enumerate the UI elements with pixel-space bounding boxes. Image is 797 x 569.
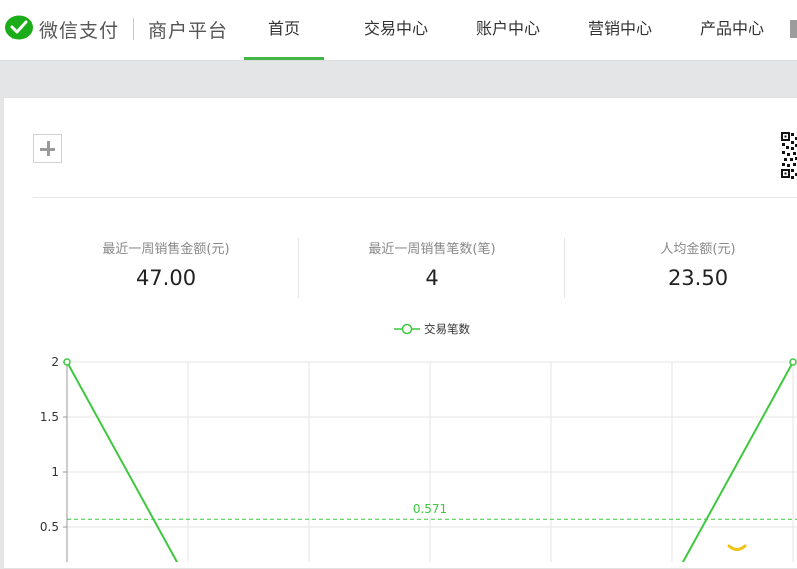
stat-label: 最近一周销售笔数(笔) [368,242,496,257]
wechat-pay-logo-icon [5,15,33,40]
legend-line-icon [394,323,420,335]
dashboard-panel: 最近一周销售金额(元) 47.00 最近一周销售笔数(笔) 4 人均金额(元) … [3,97,797,569]
stat-label: 人均金额(元) [660,242,736,257]
nav-item-marketing[interactable]: 营销中心 [580,0,660,60]
stat-weekly-sales-amount: 最近一周销售金额(元) 47.00 [33,238,299,290]
nav-item-transactions[interactable]: 交易中心 [356,0,436,60]
qr-code-icon[interactable] [781,132,797,180]
nav-item-account[interactable]: 账户中心 [468,0,548,60]
chart-legend[interactable]: 交易笔数 [394,321,470,337]
top-navigation-bar: 微信支付 商户平台 首页 交易中心 账户中心 营销中心 产品中心 [0,0,797,61]
nav-item-home[interactable]: 首页 [244,0,324,60]
add-button[interactable] [33,134,62,163]
section-divider [33,197,797,198]
main-nav: 首页 交易中心 账户中心 营销中心 产品中心 [244,0,797,60]
brand-name: 微信支付 [39,19,120,42]
nav-item-products[interactable]: 产品中心 [692,0,772,60]
stat-value: 23.50 [667,266,729,290]
logo[interactable]: 微信支付 商户平台 [4,14,228,44]
stat-weekly-sales-count: 最近一周销售笔数(笔) 4 [299,238,565,290]
platform-name: 商户平台 [148,19,229,42]
stat-average-amount: 人均金额(元) 23.50 [565,238,797,290]
stat-value: 47.00 [135,266,197,290]
logo-divider [133,18,135,40]
legend-label: 交易笔数 [424,322,470,336]
nav-item-partial[interactable] [790,20,797,38]
stat-label: 最近一周销售金额(元) [102,242,230,257]
stat-value: 4 [425,266,439,290]
